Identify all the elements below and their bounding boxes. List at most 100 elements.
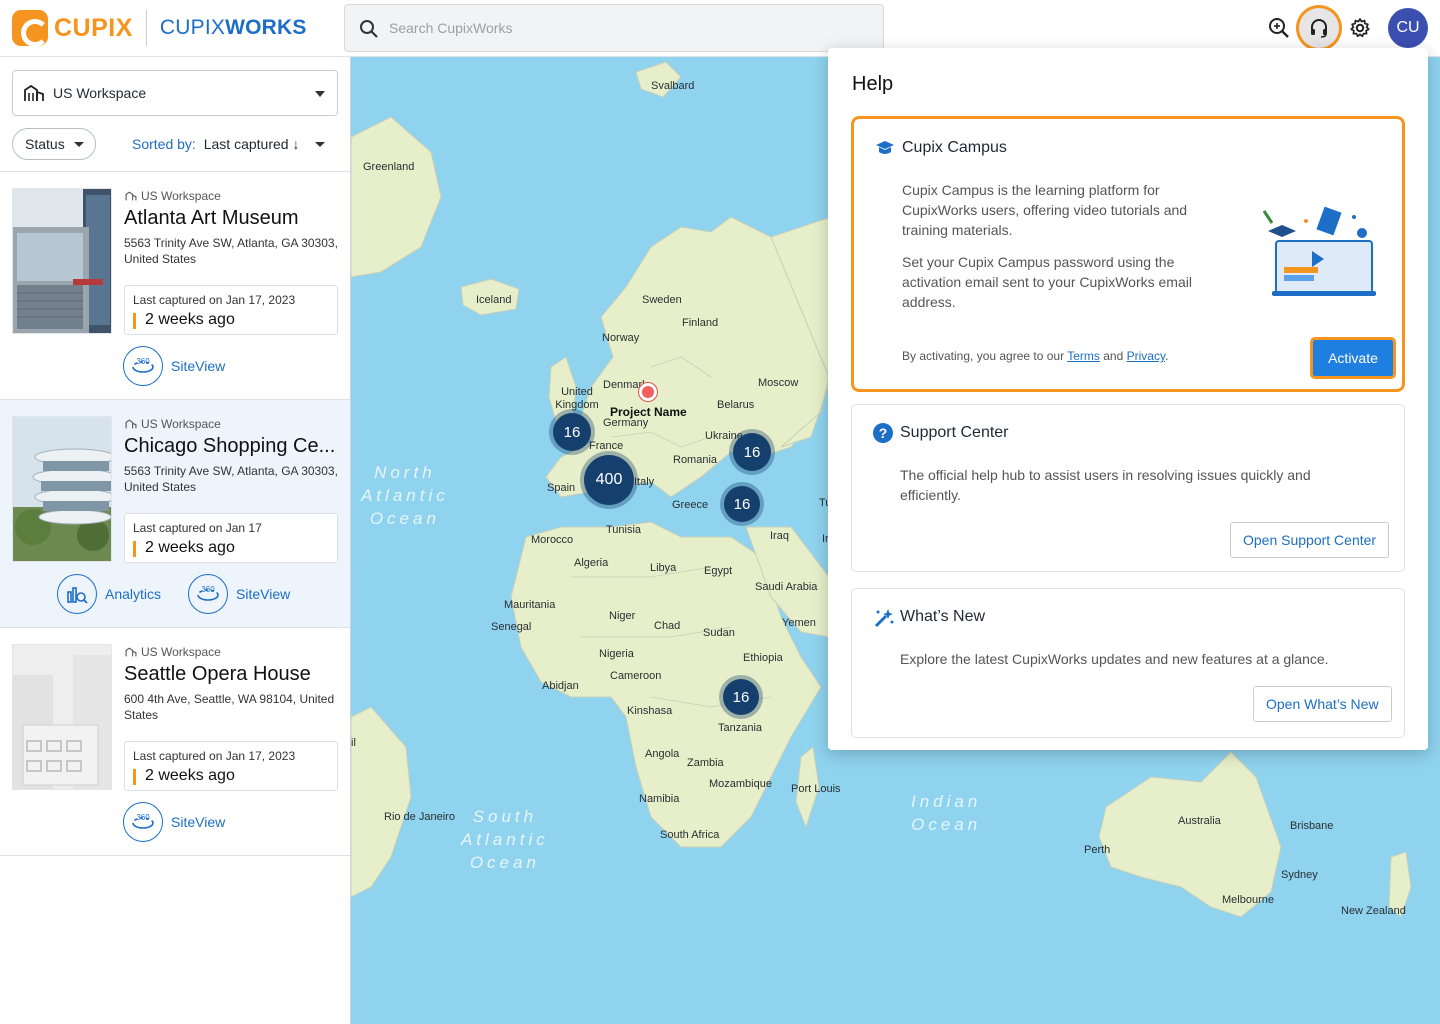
analytics-label: Analytics — [105, 586, 162, 602]
last-captured-box: Last captured on Jan 17, 2023 2 weeks ag… — [124, 741, 338, 791]
map-label: Morocco — [531, 534, 574, 546]
help-title: Help — [852, 73, 894, 95]
whats-new-description: Explore the latest CupixWorks updates an… — [900, 651, 1329, 667]
map-label: Greece — [672, 499, 709, 511]
sort-control[interactable]: Sorted by: Last captured ↓ — [132, 136, 299, 152]
cupix-logo-text: CUPIX — [54, 13, 133, 42]
open-support-center-button[interactable]: Open Support Center — [1230, 522, 1390, 558]
map-label: Niger — [609, 610, 636, 622]
user-avatar[interactable]: CU — [1388, 8, 1428, 48]
project-card-selected[interactable]: US Workspace Chicago Shopping Ce... 5563… — [0, 400, 350, 628]
sort-dropdown-icon[interactable] — [315, 142, 325, 147]
workspace-select[interactable]: US Workspace — [12, 70, 338, 116]
graduation-cap-icon — [876, 141, 894, 154]
settings-button[interactable] — [1340, 8, 1380, 48]
map-label: Algeria — [574, 557, 609, 569]
map-label: Nigeria — [599, 648, 634, 660]
map-label: Ethiopia — [743, 652, 783, 664]
help-button[interactable] — [1299, 8, 1339, 48]
map-label: Moscow — [758, 377, 799, 389]
map-cluster[interactable]: 16 — [733, 433, 771, 471]
search-icon — [360, 20, 378, 38]
search-bar[interactable] — [344, 4, 884, 52]
siteview-label: SiteView — [171, 358, 226, 374]
caret-down-icon — [74, 142, 84, 147]
cupix-logo[interactable]: CUPIX CUPIXWORKS — [12, 10, 307, 47]
map-label: Cameroon — [610, 670, 662, 682]
map-label: Romania — [673, 454, 718, 466]
map-label: il — [351, 737, 356, 749]
map-label: Sweden — [642, 294, 682, 306]
ocean-label: Indian Ocean — [911, 792, 982, 834]
siteview-label: SiteView — [171, 814, 226, 830]
map-label: Namibia — [639, 793, 680, 805]
map-label: Mozambique — [709, 778, 772, 790]
analytics-button[interactable]: Analytics — [57, 574, 161, 614]
help-panel: Help Cupix Campus Cupix Campus is the le… — [828, 48, 1428, 750]
map-label: Melbourne — [1222, 894, 1274, 906]
map-label: Yemen — [782, 617, 816, 629]
ocean-label: North Atlantic Ocean — [361, 463, 449, 528]
cupix-logo-icon — [12, 10, 49, 47]
project-thumbnail — [12, 416, 112, 562]
map-label: Brisbane — [1290, 820, 1334, 832]
activate-button[interactable]: Activate — [1313, 340, 1393, 376]
workspace-tag: US Workspace — [125, 645, 221, 659]
project-card[interactable]: US Workspace Seattle Opera House 600 4th… — [0, 628, 350, 856]
magnify-zoom-icon — [1269, 18, 1289, 38]
map-label: Port Louis — [791, 783, 841, 795]
project-title[interactable]: Seattle Opera House — [124, 663, 339, 686]
siteview-label: SiteView — [236, 586, 291, 602]
map-cluster[interactable]: 16 — [724, 486, 760, 522]
project-title[interactable]: Atlanta Art Museum — [124, 207, 339, 230]
map-label: Finland — [682, 317, 719, 329]
project-address: 5563 Trinity Ave SW, Atlanta, GA 30303, … — [124, 464, 338, 494]
project-card[interactable]: US Workspace Atlanta Art Museum 5563 Tri… — [0, 172, 350, 400]
siteview-button[interactable]: 360 SiteView — [123, 802, 225, 842]
project-thumbnail — [12, 644, 112, 790]
building-icon — [125, 419, 137, 429]
open-whats-new-button[interactable]: Open What’s New — [1253, 686, 1392, 722]
last-captured-ago: 2 weeks ago — [133, 767, 235, 785]
logo-divider — [145, 10, 147, 46]
ocean-label: South Atlantic Ocean — [461, 807, 549, 872]
svg-text:?: ? — [879, 425, 888, 441]
status-filter-button[interactable]: Status — [12, 128, 96, 160]
headset-icon — [1311, 19, 1327, 38]
chevron-down-icon — [315, 91, 325, 97]
map-cluster[interactable]: 16 — [723, 679, 759, 715]
map-cluster[interactable]: 400 — [584, 455, 634, 505]
map-label: Libya — [650, 562, 677, 574]
map-label: Saudi Arabia — [755, 581, 818, 593]
map-label: Italy — [634, 476, 655, 488]
last-captured-date: Last captured on Jan 17 — [133, 521, 262, 535]
terms-link[interactable]: Terms — [1067, 349, 1100, 363]
map-label: Mauritania — [504, 599, 556, 611]
360-view-icon: 360 — [123, 802, 163, 842]
sort-label: Sorted by: — [132, 136, 196, 152]
siteview-button[interactable]: 360 SiteView — [188, 574, 290, 614]
zoom-search-button[interactable] — [1259, 8, 1299, 48]
building-icon — [24, 84, 44, 101]
last-captured-ago: 2 weeks ago — [133, 539, 235, 557]
privacy-link[interactable]: Privacy — [1127, 349, 1165, 363]
map-label: South Africa — [660, 829, 720, 841]
project-pin-marker[interactable] — [639, 383, 657, 401]
map-label: Angola — [645, 748, 680, 760]
project-title[interactable]: Chicago Shopping Ce... — [124, 435, 339, 458]
magic-wand-icon — [874, 609, 894, 628]
svg-text:360: 360 — [136, 357, 150, 366]
gear-icon — [1350, 18, 1370, 38]
map-label: Belarus — [717, 399, 755, 411]
siteview-button[interactable]: 360 SiteView — [123, 346, 225, 386]
map-label: Sudan — [703, 627, 735, 639]
last-captured-date: Last captured on Jan 17, 2023 — [133, 749, 296, 763]
map-label: Australia — [1178, 815, 1221, 827]
project-sidebar: US Workspace Status Sorted by: Last capt… — [0, 57, 351, 1024]
360-view-icon: 360 — [188, 574, 228, 614]
map-cluster[interactable]: 16 — [553, 413, 591, 451]
search-input[interactable] — [389, 5, 869, 51]
svg-text:360: 360 — [136, 813, 150, 822]
building-icon — [125, 191, 137, 201]
campus-description: Cupix Campus is the learning platform fo… — [902, 182, 1188, 238]
